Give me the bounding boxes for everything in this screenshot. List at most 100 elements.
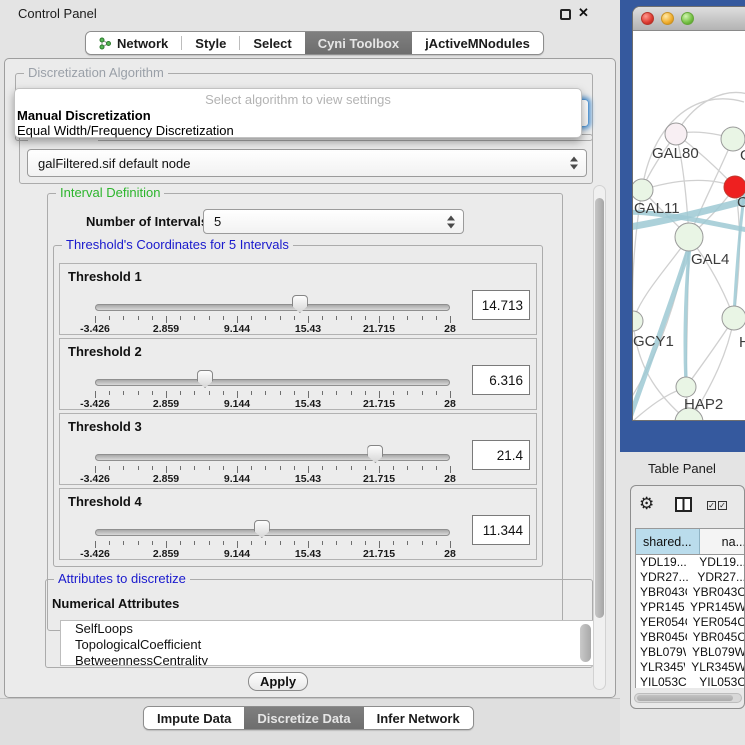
tab-discretize-data[interactable]: Discretize Data <box>244 707 363 729</box>
tab-impute-data[interactable]: Impute Data <box>144 707 244 729</box>
cell-shared-name[interactable]: YIL053C <box>636 675 693 688</box>
tab-cyni-toolbox[interactable]: Cyni Toolbox <box>305 32 412 54</box>
tab-infer-network[interactable]: Infer Network <box>364 707 473 729</box>
cell-name[interactable]: YBR043C <box>687 585 745 600</box>
threshold-value-field[interactable]: 14.713 <box>472 290 530 320</box>
cell-name[interactable]: YDR27... <box>691 570 745 585</box>
network-edge[interactable] <box>642 180 735 190</box>
settings-scrollbar[interactable] <box>593 185 606 690</box>
dropdown-option-equal-width-frequency[interactable]: Equal Width/Frequency Discretization <box>17 123 234 138</box>
attribute-item-selfloops[interactable]: SelfLoops <box>61 621 593 637</box>
cell-shared-name[interactable]: YBR045C <box>636 630 687 645</box>
slider-tick <box>237 466 238 473</box>
close-icon[interactable]: ✕ <box>578 5 589 21</box>
cell-shared-name[interactable]: YER054C <box>636 615 687 630</box>
node-label-hap2: HAP2 <box>684 396 723 413</box>
slider-tick <box>322 391 323 395</box>
slider-tick <box>308 316 309 323</box>
gear-icon[interactable]: ⚙ <box>639 494 654 514</box>
minimize-yellow-icon[interactable] <box>661 12 674 25</box>
table-row[interactable]: YDR27...YDR27... <box>636 570 745 585</box>
table-row[interactable]: YIL053CYIL053C <box>636 675 745 688</box>
table-row[interactable]: YDL19...YDL19... <box>636 555 745 570</box>
tab-network[interactable]: Network <box>86 32 181 54</box>
table-row[interactable]: YBL079WYBL079W <box>636 645 745 660</box>
threshold-value-field[interactable]: 11.344 <box>472 515 530 545</box>
numerical-attributes-list[interactable]: SelfLoopsTopologicalCoefficientBetweenne… <box>60 620 594 666</box>
node-table[interactable]: shared... na... YDL19...YDL19...YDR27...… <box>635 528 745 688</box>
network-node-hap2[interactable] <box>676 377 696 397</box>
network-node-gcy1[interactable] <box>633 311 643 331</box>
table-horizontal-scrollbar[interactable] <box>634 693 742 703</box>
numerical-attributes-label: Numerical Attributes <box>52 596 179 611</box>
network-node-gal80[interactable] <box>665 123 687 145</box>
column-header-shared-name[interactable]: shared... <box>636 529 700 554</box>
checkbox-icon[interactable]: ✓ <box>707 501 716 510</box>
slider-tick-label: 28 <box>428 323 472 335</box>
list-scrollbar[interactable] <box>580 624 591 662</box>
scrollbar-thumb[interactable] <box>595 198 604 618</box>
tab-style[interactable]: Style <box>182 32 239 54</box>
cell-name[interactable]: YBR045C <box>687 630 745 645</box>
slider-tick <box>152 391 153 395</box>
cell-shared-name[interactable]: YDL19... <box>636 555 693 570</box>
slider-tick <box>393 391 394 395</box>
table-row[interactable]: YBR043CYBR043C <box>636 585 745 600</box>
table-row[interactable]: YPR145WYPR145W <box>636 600 745 615</box>
threshold-1-panel: Threshold 1-3.4262.8599.14415.4321.71528… <box>59 263 537 335</box>
table-body: YDL19...YDL19...YDR27...YDR27...YBR043CY… <box>636 555 745 688</box>
network-edge[interactable] <box>686 318 734 387</box>
slider-tick <box>393 466 394 470</box>
network-window-titlebar[interactable] <box>633 7 745 31</box>
cell-name[interactable]: YBL079W <box>686 645 745 660</box>
cell-name[interactable]: YPR145W <box>684 600 745 615</box>
dropdown-option-manual-discretization[interactable]: Manual Discretization <box>17 108 151 123</box>
network-node-h[interactable] <box>722 306 745 330</box>
slider-tick <box>450 316 451 323</box>
network-node-gal11[interactable] <box>633 179 653 201</box>
cell-shared-name[interactable]: YDR27... <box>636 570 691 585</box>
tab-label: Network <box>117 36 168 51</box>
cell-name[interactable]: YIL053C <box>693 675 745 688</box>
slider-tick <box>109 316 110 320</box>
checkbox-icon[interactable]: ✓ <box>718 501 727 510</box>
cell-name[interactable]: YDL19... <box>693 555 745 570</box>
table-data-select[interactable]: galFiltered.sif default node <box>27 149 587 177</box>
number-of-intervals-select[interactable]: 5 <box>203 209 464 234</box>
columns-icon[interactable] <box>675 497 692 517</box>
attribute-item-betweennesscentrality[interactable]: BetweennessCentrality <box>61 653 593 666</box>
slider-track[interactable] <box>95 454 450 461</box>
tab-jactivemnodules[interactable]: jActiveMNodules <box>412 32 543 54</box>
cell-shared-name[interactable]: YPR145W <box>636 600 684 615</box>
slider-tick <box>280 541 281 545</box>
slider-tick <box>379 316 380 323</box>
show-columns-checkboxes[interactable]: ✓ ✓ <box>707 501 727 510</box>
table-row[interactable]: YLR345WYLR345W <box>636 660 745 675</box>
node-table-window: ⚙ ✓ ✓ shared... na... YDL19...YDL19...YD… <box>630 485 745 709</box>
slider-track[interactable] <box>95 304 450 311</box>
dropdown-placeholder: Select algorithm to view settings <box>15 92 581 107</box>
table-row[interactable]: YER054CYER054C <box>636 615 745 630</box>
attribute-item-topologicalcoefficient[interactable]: TopologicalCoefficient <box>61 637 593 653</box>
network-node-gal4[interactable] <box>675 223 703 251</box>
threshold-value-field[interactable]: 6.316 <box>472 365 530 395</box>
scrollbar-thumb[interactable] <box>637 695 733 701</box>
tab-select[interactable]: Select <box>240 32 304 54</box>
cell-name[interactable]: YER054C <box>687 615 745 630</box>
zoom-green-icon[interactable] <box>681 12 694 25</box>
slider-track[interactable] <box>95 379 450 386</box>
slider-track[interactable] <box>95 529 450 536</box>
cell-shared-name[interactable]: YLR345W <box>636 660 685 675</box>
threshold-value-field[interactable]: 21.4 <box>472 440 530 470</box>
apply-button[interactable]: Apply <box>248 672 308 691</box>
cell-name[interactable]: YLR345W <box>685 660 745 675</box>
cell-shared-name[interactable]: YBR043C <box>636 585 687 600</box>
cell-shared-name[interactable]: YBL079W <box>636 645 686 660</box>
slider-tick <box>109 466 110 470</box>
network-canvas[interactable]: GAL80GCGAL11GAL4GCY1HHAP2 <box>633 32 745 421</box>
threshold-label: Threshold 3 <box>68 419 142 434</box>
float-window-icon[interactable] <box>560 9 571 20</box>
column-header-name[interactable]: na... <box>700 529 745 554</box>
table-row[interactable]: YBR045CYBR045C <box>636 630 745 645</box>
close-red-icon[interactable] <box>641 12 654 25</box>
